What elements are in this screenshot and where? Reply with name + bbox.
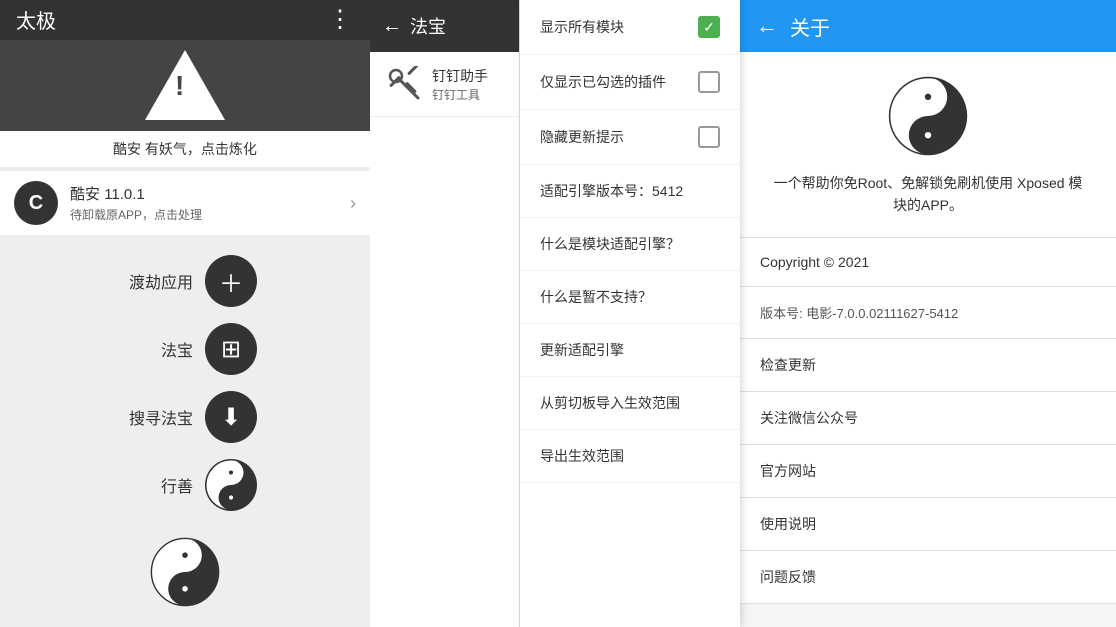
about-logo-section	[740, 52, 1116, 172]
app-item[interactable]: C 酷安 11.0.1 待卸载原APP，点击处理 ›	[0, 171, 370, 235]
dropdown-label-7: 从剪切板导入生效范围	[540, 393, 680, 413]
yin-yang-bottom-icon	[150, 537, 220, 607]
right-back-icon[interactable]: ←	[756, 13, 778, 39]
action-label-3: 搜寻法宝	[113, 405, 193, 429]
dropdown-item-6[interactable]: 更新适配引擎	[520, 324, 740, 377]
dropdown-item-1[interactable]: 仅显示已勾选的插件	[520, 55, 740, 110]
menu-feedback[interactable]: 问题反馈	[740, 551, 1116, 604]
action-label-4: 行善	[113, 473, 193, 497]
menu-wechat[interactable]: 关注微信公众号	[740, 392, 1116, 445]
right-panel: ← 关于 一个帮助你免Root、免解锁免刷机使用 Xposed 模块的APP。 …	[740, 0, 1116, 627]
dropdown-item-2[interactable]: 隐藏更新提示	[520, 110, 740, 165]
copyright-item: Copyright © 2021	[740, 238, 1116, 287]
right-title: 关于	[790, 12, 830, 41]
about-desc-text: 一个帮助你免Root、免解锁免刷机使用 Xposed 模块的APP。	[774, 175, 1083, 213]
dropdown-label-0: 显示所有模块	[540, 17, 624, 37]
dropdown-panel: 显示所有模块 ✓ 仅显示已勾选的插件 隐藏更新提示 适配引擎版本号：5412 什…	[520, 0, 740, 627]
warning-text[interactable]: 酷安 有妖气，点击炼化	[0, 131, 370, 167]
plugin-name1: 钉钉助手	[432, 66, 488, 86]
dropdown-item-7[interactable]: 从剪切板导入生效范围	[520, 377, 740, 430]
action-btn-3[interactable]: ⬇	[205, 391, 257, 443]
action-buttons: 渡劫应用 ＋ 法宝 ⊞ 搜寻法宝 ⬇ 行善	[0, 235, 370, 627]
about-yin-yang-icon	[888, 76, 968, 156]
action-label-2: 法宝	[113, 337, 193, 361]
checkbox-empty-icon-2	[698, 126, 720, 148]
action-row-4: 行善	[113, 459, 257, 511]
download-icon: ⬇	[221, 403, 241, 432]
plugin-item[interactable]: 钉钉助手 钉钉工具	[370, 52, 519, 117]
action-btn-1[interactable]: ＋	[205, 255, 257, 307]
app-info: 酷安 11.0.1 待卸载原APP，点击处理	[70, 183, 350, 223]
dropdown-label-1: 仅显示已勾选的插件	[540, 72, 666, 92]
back-arrow-icon[interactable]: ←	[382, 15, 402, 38]
app-status: 待卸载原APP，点击处理	[70, 206, 350, 223]
dropdown-item-0[interactable]: 显示所有模块 ✓	[520, 0, 740, 55]
about-description: 一个帮助你免Root、免解锁免刷机使用 Xposed 模块的APP。	[740, 172, 1116, 238]
app-name: 酷安 11.0.1	[70, 183, 350, 204]
left-header: 太极 ⋮	[0, 0, 370, 40]
dropdown-label-4: 什么是模块适配引擎？	[540, 234, 680, 254]
action-btn-4[interactable]	[205, 459, 257, 511]
middle-title: 法宝	[410, 13, 446, 39]
middle-header: ← 法宝	[370, 0, 519, 52]
plugin-name2: 钉钉工具	[432, 86, 488, 103]
plugin-icon-wrap	[384, 64, 424, 104]
grid-icon: ⊞	[221, 335, 241, 364]
dropdown-label-6: 更新适配引擎	[540, 340, 624, 360]
menu-manual[interactable]: 使用说明	[740, 498, 1116, 551]
middle-panel: ← 法宝 钉钉助手 钉钉工具	[370, 0, 520, 627]
dropdown-item-3: 适配引擎版本号：5412	[520, 165, 740, 218]
plugin-names: 钉钉助手 钉钉工具	[432, 66, 488, 103]
version-text: 版本号: 电影-7.0.0.02111627-5412	[760, 306, 958, 321]
copyright-text: Copyright © 2021	[760, 254, 869, 270]
right-header: ← 关于	[740, 0, 1116, 52]
app-icon: C	[14, 181, 58, 225]
version-item: 版本号: 电影-7.0.0.02111627-5412	[740, 287, 1116, 339]
yin-yang-btn-icon	[205, 459, 257, 511]
dropdown-item-4[interactable]: 什么是模块适配引擎？	[520, 218, 740, 271]
tools-icon	[386, 66, 422, 102]
menu-check-update[interactable]: 检查更新	[740, 339, 1116, 392]
action-label-1: 渡劫应用	[113, 269, 193, 293]
dropdown-label-2: 隐藏更新提示	[540, 127, 624, 147]
checkbox-empty-icon-1	[698, 71, 720, 93]
dropdown-item-8[interactable]: 导出生效范围	[520, 430, 740, 483]
action-row-3: 搜寻法宝 ⬇	[113, 391, 257, 443]
action-row-2: 法宝 ⊞	[113, 323, 257, 375]
dropdown-label-5: 什么是暂不支持？	[540, 287, 652, 307]
menu-official-site[interactable]: 官方网站	[740, 445, 1116, 498]
dropdown-item-5[interactable]: 什么是暂不支持？	[520, 271, 740, 324]
action-btn-2[interactable]: ⊞	[205, 323, 257, 375]
checkbox-checked-icon: ✓	[698, 16, 720, 38]
dropdown-label-8: 导出生效范围	[540, 446, 624, 466]
warning-triangle-icon	[145, 50, 225, 120]
more-options-icon[interactable]: ⋮	[328, 5, 354, 34]
left-panel: 太极 ⋮ 酷安 有妖气，点击炼化 C 酷安 11.0.1 待卸载原APP，点击处…	[0, 0, 370, 627]
app-arrow-icon: ›	[350, 193, 356, 214]
warning-banner	[0, 40, 370, 131]
left-title: 太极	[16, 5, 56, 34]
dropdown-label-3: 适配引擎版本号：5412	[540, 183, 683, 199]
plus-icon: ＋	[219, 264, 243, 299]
action-row-1: 渡劫应用 ＋	[113, 255, 257, 307]
right-content: 一个帮助你免Root、免解锁免刷机使用 Xposed 模块的APP。 Copyr…	[740, 52, 1116, 627]
